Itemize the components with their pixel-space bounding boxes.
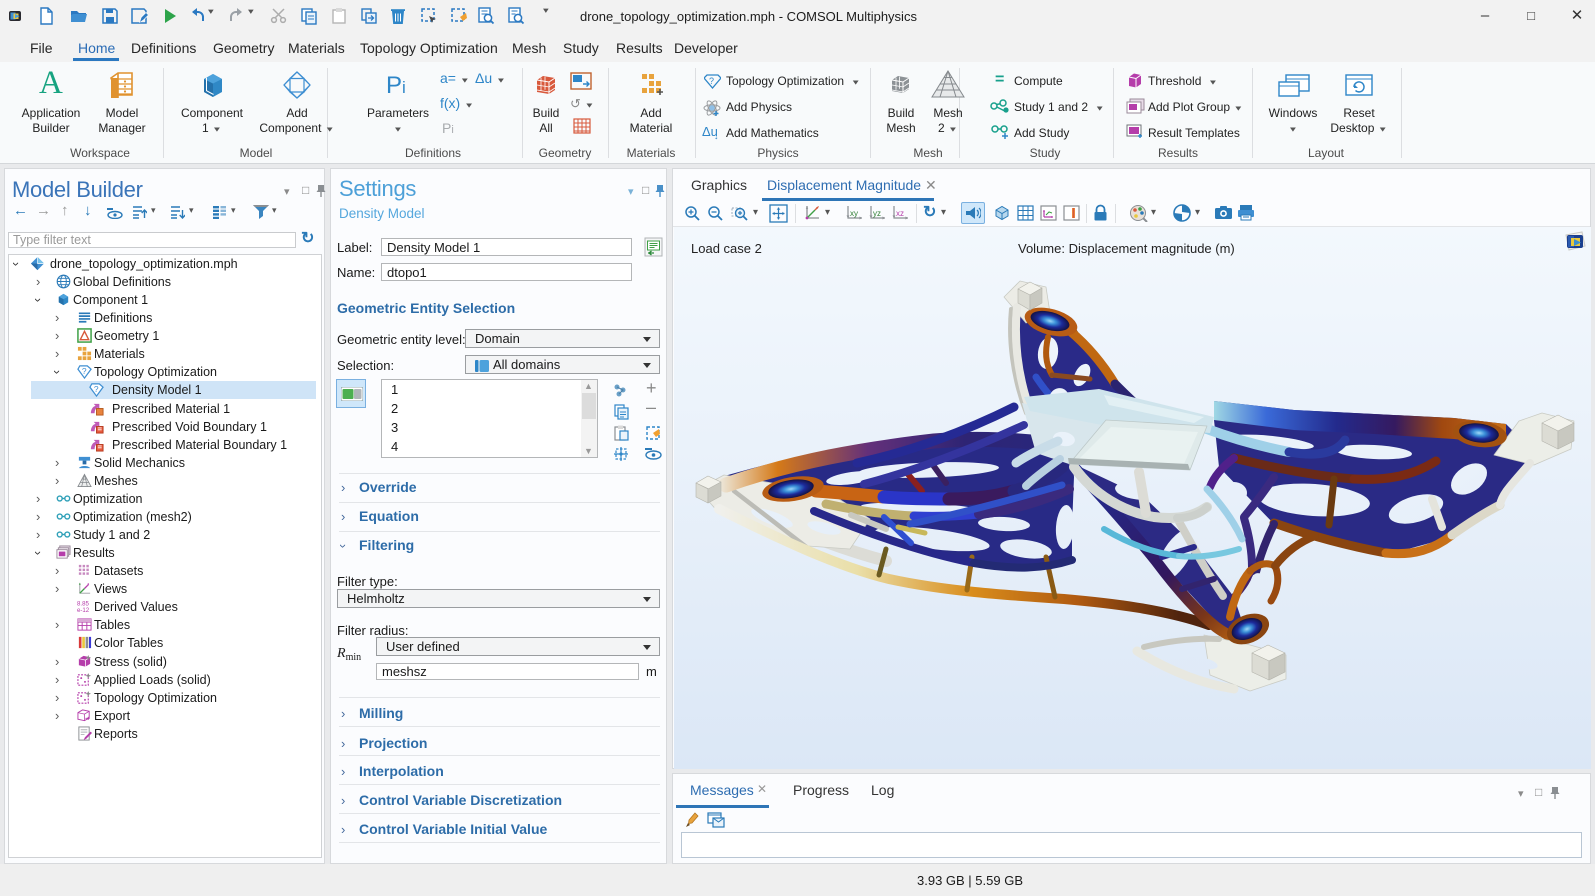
svg-text:xz: xz xyxy=(896,209,904,218)
svg-text:xy: xy xyxy=(850,209,858,218)
svg-text:yz: yz xyxy=(873,209,881,218)
svg-text:?: ? xyxy=(709,76,714,86)
